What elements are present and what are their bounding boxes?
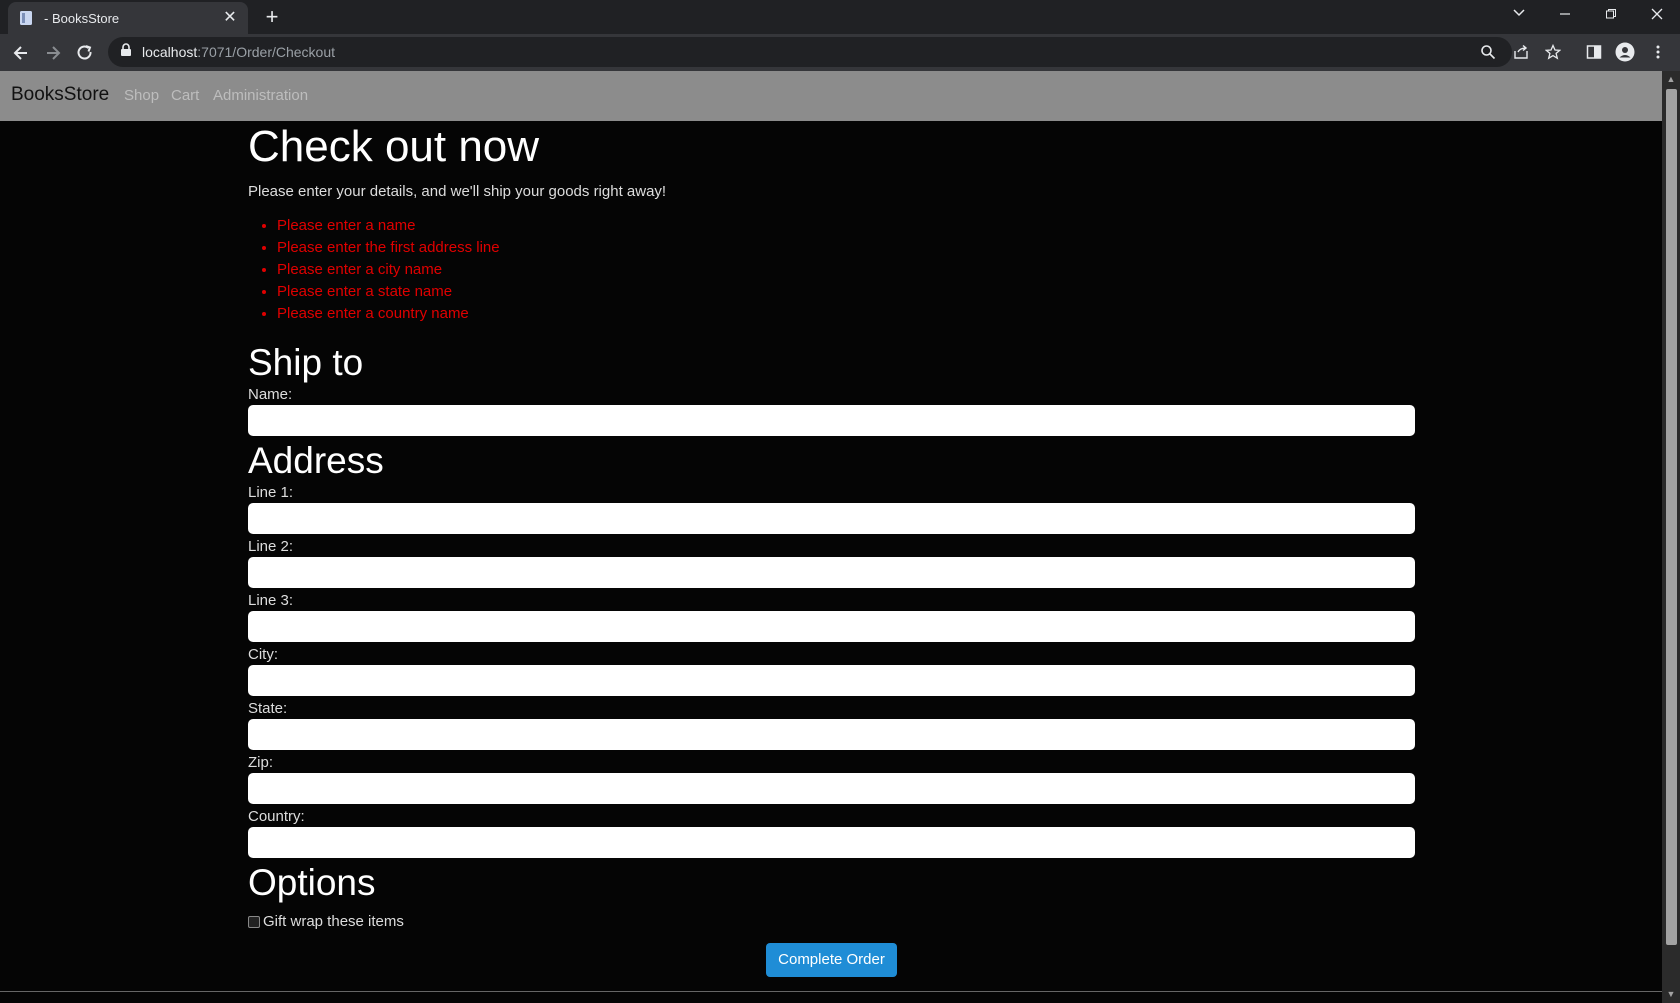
page-scrollbar[interactable]: ▲ ▼ [1662,71,1680,1003]
line3-input[interactable] [248,611,1415,642]
lock-icon[interactable] [120,42,132,62]
ship-to-heading: Ship to [248,342,364,383]
giftwrap-label[interactable]: Gift wrap these items [263,913,404,930]
country-label: Country: [248,808,305,825]
footer-divider [0,991,1662,992]
forward-icon[interactable] [39,39,67,67]
city-label: City: [248,646,278,663]
page-icon [18,10,34,26]
bookmark-star-icon[interactable] [1542,41,1564,63]
name-input[interactable] [248,405,1415,436]
validation-error: Please enter the first address line [277,237,1415,259]
minimize-icon[interactable] [1549,4,1581,28]
validation-error: Please enter a country name [277,303,1415,325]
validation-summary: Please enter a name Please enter the fir… [277,215,1415,325]
close-window-icon[interactable] [1641,4,1673,28]
address-bar[interactable]: localhost:7071/Order/Checkout [108,37,1512,67]
close-tab-icon[interactable]: ✕ [222,10,238,26]
name-label: Name: [248,386,293,403]
checkout-form: Check out now Please enter your details,… [248,121,1415,930]
profile-icon[interactable] [1614,41,1636,63]
nav-link-shop[interactable]: Shop [124,87,159,104]
browser-tab[interactable]: - BooksStore ✕ [8,2,248,34]
side-panel-icon[interactable] [1583,41,1605,63]
url-text: localhost:7071/Order/Checkout [142,44,336,60]
tab-title: - BooksStore [44,10,120,26]
intro-text: Please enter your details, and we'll shi… [248,183,667,200]
zip-label: Zip: [248,754,274,771]
line2-label: Line 2: [248,538,294,555]
options-heading: Options [248,862,376,903]
complete-order-button[interactable]: Complete Order [766,943,897,977]
state-input[interactable] [248,719,1415,750]
new-tab-button[interactable]: + [260,5,284,29]
line1-label: Line 1: [248,484,294,501]
scrollbar-thumb[interactable] [1666,89,1677,945]
validation-error: Please enter a state name [277,281,1415,303]
line3-label: Line 3: [248,592,294,609]
reload-icon[interactable] [71,39,99,67]
zip-input[interactable] [248,773,1415,804]
browser-tabstrip: - BooksStore ✕ + [0,0,1680,34]
nav-link-cart[interactable]: Cart [171,87,199,104]
line1-input[interactable] [248,503,1415,534]
share-icon[interactable] [1510,41,1532,63]
browser-toolbar: localhost:7071/Order/Checkout [0,34,1680,71]
site-navbar: BooksStore Shop Cart Administration [0,71,1662,121]
state-label: State: [248,700,288,717]
country-input[interactable] [248,827,1415,858]
back-icon[interactable] [7,39,35,67]
zoom-icon[interactable] [1477,41,1499,63]
brand-logo[interactable]: BooksStore [11,84,109,106]
city-input[interactable] [248,665,1415,696]
validation-error: Please enter a city name [277,259,1415,281]
line2-input[interactable] [248,557,1415,588]
giftwrap-row: Gift wrap these items [248,913,1415,930]
giftwrap-checkbox[interactable] [248,915,260,928]
tab-search-icon[interactable] [1503,4,1535,28]
nav-link-administration[interactable]: Administration [213,87,308,104]
address-heading: Address [248,440,384,481]
page-title: Check out now [248,122,540,171]
scroll-down-arrow-icon[interactable]: ▼ [1666,989,1676,999]
validation-error: Please enter a name [277,215,1415,237]
scroll-up-arrow-icon[interactable]: ▲ [1666,74,1676,84]
restore-icon[interactable] [1595,4,1627,28]
menu-kebab-icon[interactable] [1647,41,1669,63]
